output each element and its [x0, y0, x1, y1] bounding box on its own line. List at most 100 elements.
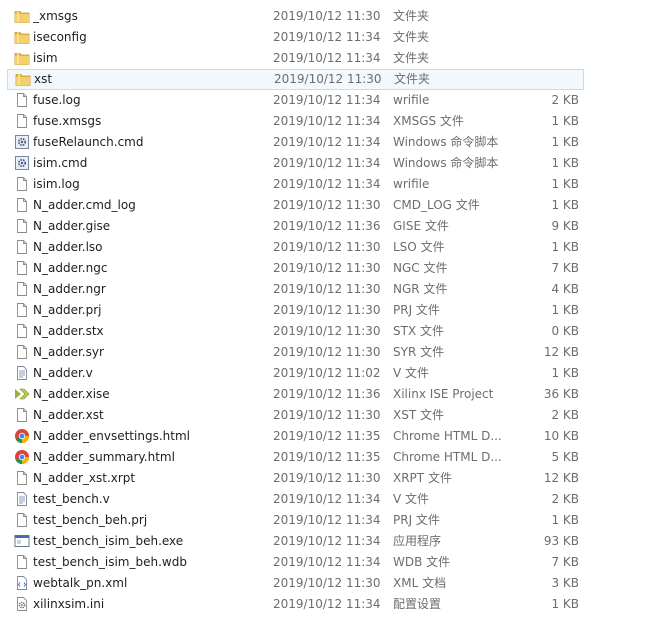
file-row[interactable]: N_adder.prj 2019/10/12 11:30 PRJ 文件 1 KB: [0, 300, 646, 321]
file-size: [510, 6, 579, 27]
chrome-icon: [14, 428, 30, 444]
gear-script-icon: [14, 134, 30, 150]
file-icon-cell: [14, 300, 30, 321]
file-type: V 文件: [393, 492, 430, 506]
file-row[interactable]: fuse.log 2019/10/12 11:34 wrifile 2 KB: [0, 90, 646, 111]
file-row[interactable]: isim 2019/10/12 11:34 文件夹: [0, 48, 646, 69]
document-icon: [14, 239, 30, 255]
file-row[interactable]: N_adder_envsettings.html 2019/10/12 11:3…: [0, 426, 646, 447]
file-icon-cell: [14, 174, 30, 195]
file-type: V 文件: [393, 366, 430, 380]
document-icon: [14, 176, 30, 192]
file-date-modified: 2019/10/12 11:30: [273, 282, 381, 296]
file-date-modified: 2019/10/12 11:30: [273, 9, 381, 23]
document-icon: [14, 92, 30, 108]
file-size: 12 KB: [543, 345, 579, 359]
file-date-modified: 2019/10/12 11:35: [273, 450, 381, 464]
file-type: WDB 文件: [393, 555, 451, 569]
file-row[interactable]: N_adder.lso 2019/10/12 11:30 LSO 文件 1 KB: [0, 237, 646, 258]
file-icon-cell: [14, 27, 30, 48]
file-icon-cell: [15, 69, 31, 90]
document-icon: [14, 113, 30, 129]
file-date-modified: 2019/10/12 11:34: [273, 30, 381, 44]
document-icon: [14, 470, 30, 486]
file-name: isim.cmd: [33, 156, 88, 170]
file-date-modified: 2019/10/12 11:34: [273, 597, 381, 611]
file-type: Windows 命令脚本: [393, 135, 499, 149]
document-icon: [14, 554, 30, 570]
file-icon-cell: [14, 111, 30, 132]
file-date-modified: 2019/10/12 11:30: [273, 471, 381, 485]
document-icon: [14, 344, 30, 360]
file-row[interactable]: webtalk_pn.xml 2019/10/12 11:30 XML 文档 3…: [0, 573, 646, 594]
folder-icon: [14, 29, 30, 45]
file-icon-cell: [14, 90, 30, 111]
file-icon-cell: [14, 405, 30, 426]
file-row[interactable]: isim.log 2019/10/12 11:34 wrifile 1 KB: [0, 174, 646, 195]
file-size: 1 KB: [551, 198, 579, 212]
file-type: STX 文件: [393, 324, 444, 338]
file-date-modified: 2019/10/12 11:30: [273, 261, 381, 275]
file-date-modified: 2019/10/12 11:34: [273, 534, 381, 548]
file-icon-cell: [14, 237, 30, 258]
file-size: 4 KB: [551, 282, 579, 296]
file-row[interactable]: N_adder.gise 2019/10/12 11:36 GISE 文件 9 …: [0, 216, 646, 237]
file-type: Chrome HTML D...: [393, 450, 502, 464]
file-row[interactable]: xst 2019/10/12 11:30 文件夹: [7, 69, 584, 90]
file-size: 7 KB: [551, 261, 579, 275]
file-row[interactable]: xilinxsim.ini 2019/10/12 11:34 配置设置 1 KB: [0, 594, 646, 615]
file-row[interactable]: N_adder.stx 2019/10/12 11:30 STX 文件 0 KB: [0, 321, 646, 342]
file-icon-cell: [14, 258, 30, 279]
file-date-modified: 2019/10/12 11:30: [273, 345, 381, 359]
file-row[interactable]: _xmsgs 2019/10/12 11:30 文件夹: [0, 6, 646, 27]
file-type: LSO 文件: [393, 240, 445, 254]
text-file-icon: [14, 491, 30, 507]
file-date-modified: 2019/10/12 11:30: [273, 303, 381, 317]
file-row[interactable]: isim.cmd 2019/10/12 11:34 Windows 命令脚本 1…: [0, 153, 646, 174]
file-type: SYR 文件: [393, 345, 445, 359]
file-icon-cell: [14, 510, 30, 531]
file-row[interactable]: N_adder.v 2019/10/12 11:02 V 文件 1 KB: [0, 363, 646, 384]
file-date-modified: 2019/10/12 11:30: [273, 576, 381, 590]
document-icon: [14, 302, 30, 318]
file-row[interactable]: N_adder_xst.xrpt 2019/10/12 11:30 XRPT 文…: [0, 468, 646, 489]
file-size: [518, 69, 587, 90]
file-icon-cell: [14, 6, 30, 27]
file-name: N_adder.cmd_log: [33, 198, 136, 212]
xilinx-icon: [14, 386, 30, 402]
file-row[interactable]: test_bench_isim_beh.exe 2019/10/12 11:34…: [0, 531, 646, 552]
file-icon-cell: [14, 447, 30, 468]
file-row[interactable]: N_adder.xst 2019/10/12 11:30 XST 文件 2 KB: [0, 405, 646, 426]
file-row[interactable]: N_adder.ngc 2019/10/12 11:30 NGC 文件 7 KB: [0, 258, 646, 279]
file-date-modified: 2019/10/12 11:34: [273, 492, 381, 506]
file-date-modified: 2019/10/12 11:02: [273, 366, 381, 380]
file-type: 文件夹: [393, 9, 430, 23]
file-row[interactable]: test_bench_isim_beh.wdb 2019/10/12 11:34…: [0, 552, 646, 573]
file-row[interactable]: N_adder.cmd_log 2019/10/12 11:30 CMD_LOG…: [0, 195, 646, 216]
file-row[interactable]: iseconfig 2019/10/12 11:34 文件夹: [0, 27, 646, 48]
file-icon-cell: [14, 468, 30, 489]
file-name: test_bench_isim_beh.wdb: [33, 555, 187, 569]
file-size: 1 KB: [551, 513, 579, 527]
file-row[interactable]: fuse.xmsgs 2019/10/12 11:34 XMSGS 文件 1 K…: [0, 111, 646, 132]
file-row[interactable]: test_bench.v 2019/10/12 11:34 V 文件 2 KB: [0, 489, 646, 510]
file-icon-cell: [14, 132, 30, 153]
file-row[interactable]: N_adder.xise 2019/10/12 11:36 Xilinx ISE…: [0, 384, 646, 405]
document-icon: [14, 260, 30, 276]
document-icon: [14, 323, 30, 339]
file-date-modified: 2019/10/12 11:35: [273, 429, 381, 443]
file-row[interactable]: N_adder.syr 2019/10/12 11:30 SYR 文件 12 K…: [0, 342, 646, 363]
file-row[interactable]: test_bench_beh.prj 2019/10/12 11:34 PRJ …: [0, 510, 646, 531]
file-name: fuseRelaunch.cmd: [33, 135, 144, 149]
file-type: 文件夹: [393, 51, 430, 65]
file-date-modified: 2019/10/12 11:30: [274, 72, 382, 86]
file-row[interactable]: N_adder.ngr 2019/10/12 11:30 NGR 文件 4 KB: [0, 279, 646, 300]
file-row[interactable]: fuseRelaunch.cmd 2019/10/12 11:34 Window…: [0, 132, 646, 153]
file-date-modified: 2019/10/12 11:34: [273, 114, 381, 128]
file-type: wrifile: [393, 177, 430, 191]
file-name: N_adder_envsettings.html: [33, 429, 190, 443]
file-list: _xmsgs 2019/10/12 11:30 文件夹 iseconfig 20…: [0, 6, 646, 615]
file-name: xst: [34, 72, 53, 86]
file-type: NGC 文件: [393, 261, 448, 275]
file-row[interactable]: N_adder_summary.html 2019/10/12 11:35 Ch…: [0, 447, 646, 468]
